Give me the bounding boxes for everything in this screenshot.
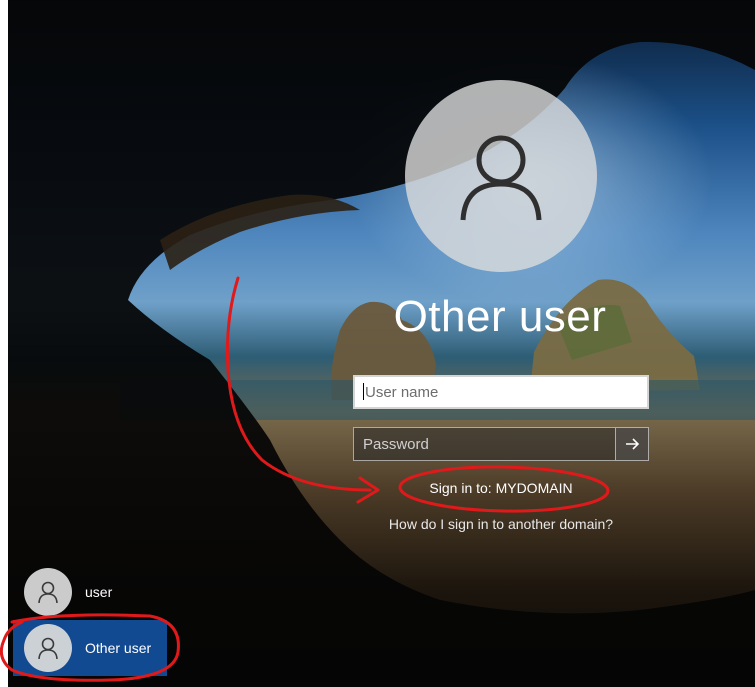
- text-caret: [363, 383, 364, 400]
- submit-button[interactable]: [615, 427, 649, 461]
- username-placeholder: User name: [365, 384, 439, 401]
- other-domain-help-link[interactable]: How do I sign in to another domain?: [368, 516, 634, 532]
- arrow-right-icon: [626, 438, 640, 450]
- username-input[interactable]: User name: [353, 375, 649, 409]
- user-tile-label: Other user: [85, 640, 152, 656]
- person-icon: [38, 581, 58, 604]
- user-avatar-small: [24, 568, 72, 616]
- person-icon: [460, 135, 542, 221]
- user-tile-other-user[interactable]: Other user: [13, 620, 167, 676]
- password-placeholder: Password: [363, 436, 429, 453]
- user-avatar-small: [24, 624, 72, 672]
- person-icon: [38, 637, 58, 660]
- account-display-name: Other user: [393, 292, 607, 341]
- password-input[interactable]: Password: [353, 427, 615, 461]
- lock-screen: Other user User name Password Sign in to…: [0, 0, 755, 687]
- user-avatar-large: [405, 80, 597, 272]
- user-tile-user[interactable]: user: [13, 566, 167, 618]
- user-tile-label: user: [85, 584, 113, 600]
- signin-domain-label: Sign in to: MYDOMAIN: [429, 480, 573, 496]
